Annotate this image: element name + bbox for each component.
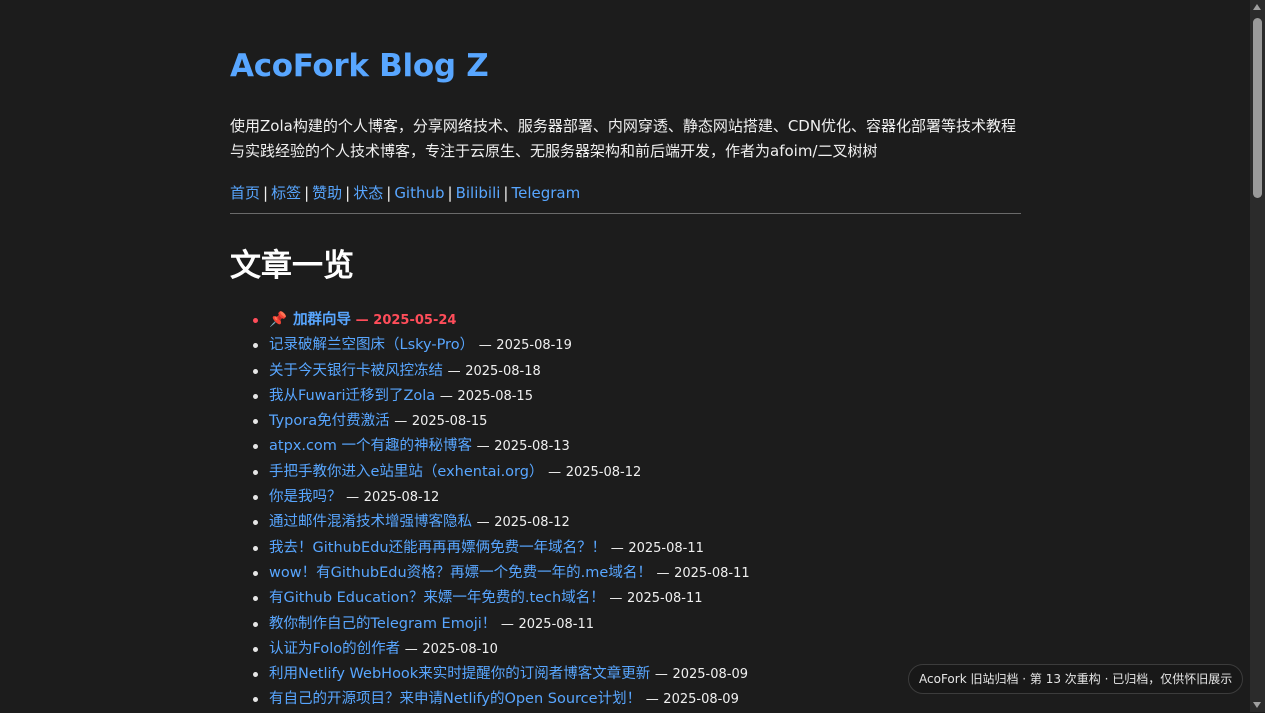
post-date-dash: — [609, 591, 623, 607]
scrollbar[interactable] [1250, 0, 1265, 712]
post-date-dash: — [439, 388, 453, 404]
post-date-dash: — [478, 338, 492, 354]
nav-separator: | [386, 184, 392, 202]
site-title[interactable]: AcoFork Blog Z [230, 48, 489, 84]
post-date: 2025-08-15 [457, 388, 533, 404]
post-date-dash: — [645, 692, 659, 708]
scrollbar-thumb[interactable] [1253, 18, 1262, 198]
post-link[interactable]: 关于今天银行卡被风控冻结 [269, 363, 443, 379]
post-date-dash: — [346, 490, 360, 506]
post-list-item: 关于今天银行卡被风控冻结 — 2025-08-18 [253, 359, 750, 384]
nav-separator: | [304, 184, 310, 202]
nav-separator: | [345, 184, 351, 202]
post-link[interactable]: atpx.com 一个有趣的神秘博客 [269, 438, 472, 454]
post-list-item: 我从Fuwari迁移到了Zola — 2025-08-15 [253, 384, 750, 409]
main-nav: 首页 | 标签 | 赞助 | 状态 | Github | Bilibili | Telegram [230, 181, 580, 205]
post-date: 2025-08-09 [672, 667, 748, 683]
post-list-item: 利用Netlify WebHook来实时提醒你的订阅者博客文章更新 — 2025… [253, 662, 750, 687]
post-date: 2025-08-11 [674, 565, 750, 581]
post-list-item: 有自己的开源项目？来申请Netlify的Open Source计划！ — 202… [253, 687, 750, 712]
post-date: 2025-05-24 [373, 313, 457, 328]
divider [230, 213, 1021, 214]
post-date: 2025-08-11 [628, 540, 704, 556]
post-link[interactable]: Typora免付费激活 [269, 413, 390, 429]
post-list-item: 记录破解兰空图床（Lsky-Pro） — 2025-08-19 [253, 333, 750, 358]
site-description: 使用Zola构建的个人博客，分享网络技术、服务器部署、内网穿透、静态网站搭建、C… [230, 117, 1017, 160]
post-list-item: atpx.com 一个有趣的神秘博客 — 2025-08-13 [253, 434, 750, 459]
post-link[interactable]: 手把手教你进入e站里站（exhentai.org） [269, 464, 543, 480]
nav-separator: | [263, 184, 269, 202]
post-date-dash: — [394, 414, 408, 430]
post-date: 2025-08-10 [422, 641, 498, 657]
nav-link-1[interactable]: 标签 [271, 184, 301, 202]
post-list-item: 手把手教你进入e站里站（exhentai.org） — 2025-08-12 [253, 460, 750, 485]
post-date: 2025-08-18 [465, 363, 541, 379]
post-date-dash: — [476, 515, 490, 531]
post-date: 2025-08-11 [626, 591, 703, 607]
post-list-item: 认证为Folo的创作者 — 2025-08-10 [253, 637, 750, 662]
post-date: 2025-08-11 [518, 616, 595, 632]
post-date: 2025-08-12 [565, 464, 642, 480]
post-link[interactable]: 通过邮件混淆技术增强博客隐私 [269, 514, 472, 530]
post-link[interactable]: 你是我吗？ [269, 489, 342, 505]
post-link[interactable]: 认证为Folo的创作者 [269, 641, 400, 657]
post-date-dash: — [447, 363, 461, 379]
post-date-dash: — [476, 439, 490, 455]
nav-link-6[interactable]: Telegram [511, 184, 580, 202]
post-list-item: 教你制作自己的Telegram Emoji！ — 2025-08-11 [253, 612, 750, 637]
nav-link-3[interactable]: 状态 [353, 184, 383, 202]
post-date-dash: — [656, 565, 670, 581]
section-title: 文章一览 [230, 248, 354, 284]
nav-separator: | [447, 184, 453, 202]
nav-link-4[interactable]: Github [394, 184, 444, 202]
post-date: 2025-08-12 [494, 515, 570, 531]
post-date-dash: — [610, 540, 624, 556]
pin-icon: 📌 [269, 312, 288, 328]
post-date-dash: — [404, 641, 418, 657]
post-date-dash: — [654, 667, 668, 683]
post-list-item: 有Github Education？来嫖一年免费的.tech域名！ — 2025… [253, 586, 750, 611]
post-link[interactable]: wow！有GithubEdu资格？再嫖一个免费一年的.me域名！ [269, 565, 652, 581]
post-list-item: 你是我吗？ — 2025-08-12 [253, 485, 750, 510]
scroll-down-arrow-icon[interactable] [1253, 702, 1261, 708]
post-link[interactable]: 教你制作自己的Telegram Emoji！ [269, 616, 496, 632]
nav-link-2[interactable]: 赞助 [312, 184, 342, 202]
post-link[interactable]: 有自己的开源项目？来申请Netlify的Open Source计划！ [269, 691, 641, 707]
nav-link-0[interactable]: 首页 [230, 184, 260, 202]
post-link[interactable]: 利用Netlify WebHook来实时提醒你的订阅者博客文章更新 [269, 666, 650, 682]
post-link[interactable]: 加群向导 [293, 312, 351, 328]
post-link[interactable]: 我去！GithubEdu还能再再再嫖俩免费一年域名？！ [269, 540, 606, 556]
post-link[interactable]: 我从Fuwari迁移到了Zola [269, 388, 435, 404]
post-date: 2025-08-12 [363, 490, 440, 506]
post-date-dash: — [548, 464, 562, 480]
nav-separator: | [503, 184, 509, 202]
post-list: 📌 加群向导 — 2025-05-24 记录破解兰空图床（Lsky-Pro） — 2… [230, 308, 750, 713]
post-date: 2025-08-13 [494, 439, 570, 455]
post-list-item: wow！有GithubEdu资格？再嫖一个免费一年的.me域名！ — 2025-… [253, 561, 750, 586]
nav-link-5[interactable]: Bilibili [456, 184, 501, 202]
post-date: 2025-08-15 [411, 414, 488, 430]
post-date-dash: — [355, 313, 369, 328]
post-link[interactable]: 有Github Education？来嫖一年免费的.tech域名！ [269, 590, 605, 606]
post-date: 2025-08-19 [496, 338, 572, 354]
post-date: 2025-08-09 [663, 692, 739, 708]
post-link[interactable]: 记录破解兰空图床（Lsky-Pro） [269, 337, 474, 353]
post-date-dash: — [500, 616, 514, 632]
post-list-item: 📌 加群向导 — 2025-05-24 [253, 308, 750, 333]
post-list-item: Typora免付费激活 — 2025-08-15 [253, 409, 750, 434]
post-list-item: 通过邮件混淆技术增强博客隐私 — 2025-08-12 [253, 510, 750, 535]
post-list-item: 我去！GithubEdu还能再再再嫖俩免费一年域名？！ — 2025-08-11 [253, 536, 750, 561]
scroll-up-arrow-icon[interactable] [1253, 4, 1261, 10]
archive-badge: AcoFork 旧站归档 · 第 13 次重构 · 已归档，仅供怀旧展示 [908, 664, 1244, 694]
